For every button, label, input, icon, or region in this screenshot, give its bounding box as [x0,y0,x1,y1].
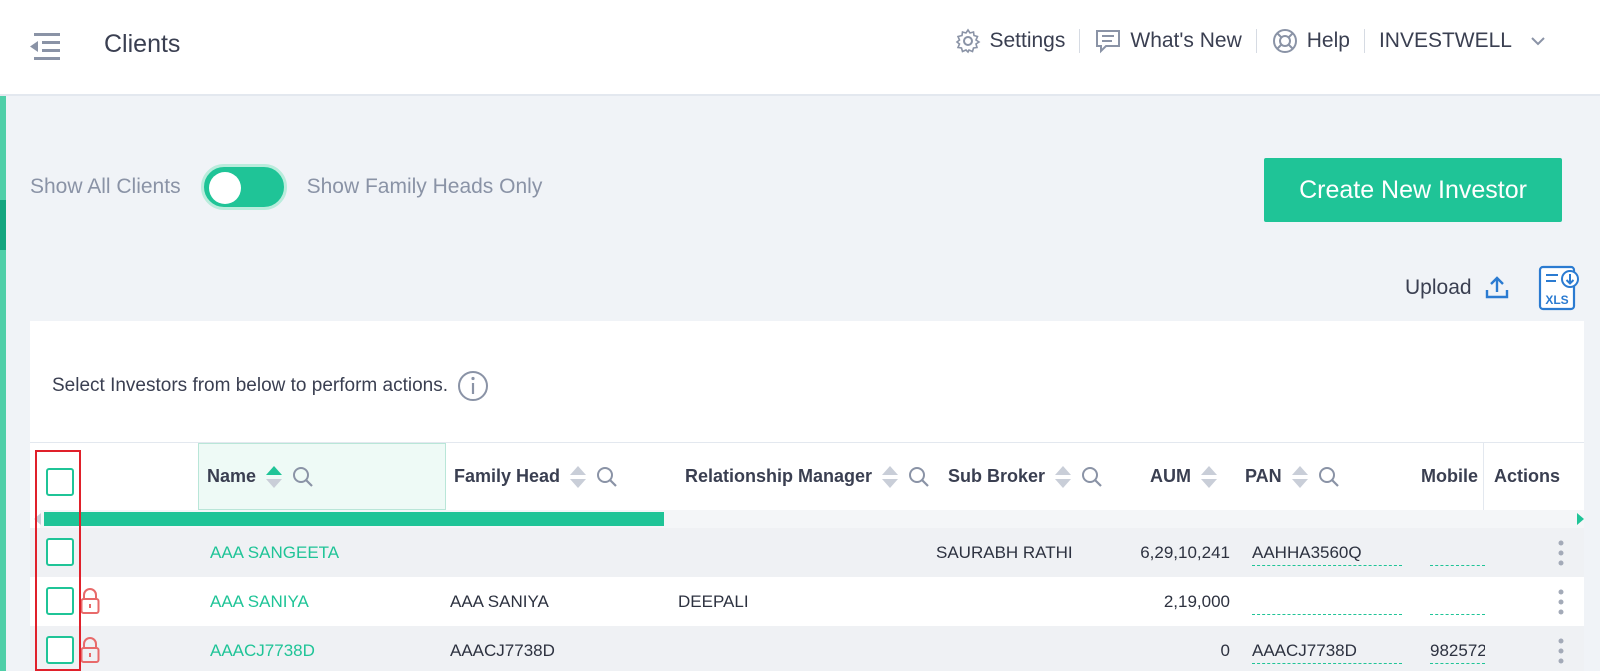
horizontal-scrollbar[interactable] [34,510,1584,528]
search-icon[interactable] [596,466,618,488]
help-link[interactable]: Help [1255,29,1364,53]
column-header-family-head[interactable]: Family Head [454,443,618,510]
column-label-actions: Actions [1494,466,1561,486]
scroll-right-arrow-icon[interactable] [1577,513,1584,525]
search-icon[interactable] [908,466,930,488]
column-label-pan: PAN [1245,466,1282,486]
row-checkbox[interactable] [46,538,74,566]
upload-label[interactable]: Upload [1405,276,1472,300]
family-heads-toggle[interactable] [200,164,287,210]
column-label-mobile: Mobile [1421,466,1478,486]
scroll-left-arrow-icon[interactable] [34,513,41,525]
speech-bubble-icon [1096,30,1121,54]
family-head-cell [450,528,670,577]
column-label-sub-broker: Sub Broker [948,466,1046,486]
sort-arrows-icon[interactable] [1291,465,1308,488]
column-header-actions: Actions [1483,443,1584,510]
settings-link[interactable]: Settings [941,28,1079,54]
xls-download-icon[interactable]: XLS [1538,265,1580,311]
table-row[interactable]: AAA SANGEETA SAURABH RATHI 6,29,10,241 A… [30,528,1584,577]
create-new-investor-button[interactable]: Create New Investor [1264,158,1562,222]
column-header-name[interactable]: Name [198,443,446,510]
mobile-cell[interactable]: 982572 [1430,638,1485,664]
investor-table-panel: Select Investors from below to perform a… [30,321,1584,671]
show-family-heads-label: Show Family Heads Only [306,175,543,198]
toggle-knob [208,172,241,204]
aum-cell: 2,19,000 [1163,591,1230,611]
upload-row: Upload XLS [1405,265,1580,311]
column-header-relationship-manager[interactable]: Relationship Manager [685,443,930,510]
sub-broker-cell [936,626,1106,671]
investor-name-link[interactable]: AAA SANGEETA [210,528,440,577]
scrollbar-thumb[interactable] [44,512,664,526]
sort-arrows-icon[interactable] [570,465,587,488]
relationship-manager-cell: DEEPALI [678,591,749,611]
investor-name-link[interactable]: AAACJ7738D [210,626,440,671]
investor-name-link[interactable]: AAA SANIYA [210,577,440,626]
pan-cell[interactable]: AAHHA3560Q [1252,540,1402,566]
client-filter-toggle-row: Show All Clients Show Family Heads Only [30,164,543,210]
column-label-relationship-manager: Relationship Manager [685,466,873,486]
row-actions-kebab-icon[interactable] [1558,540,1564,566]
gear-icon [956,28,981,54]
sub-broker-cell: SAURABH RATHI [936,542,1073,562]
row-checkbox[interactable] [46,636,74,664]
pan-cell[interactable]: AAACJ7738D [1252,638,1402,664]
left-accent-marker [0,200,6,250]
selection-hint: Select Investors from below to perform a… [52,369,490,403]
search-icon[interactable] [1081,466,1103,488]
relationship-manager-cell [678,626,938,671]
column-header-pan[interactable]: PAN [1245,443,1340,510]
account-menu[interactable]: INVESTWELL [1363,29,1560,53]
family-head-cell: AAACJ7738D [450,640,555,660]
column-header-aum[interactable]: AUM [1150,443,1217,510]
pan-cell[interactable] [1252,589,1402,615]
family-head-cell: AAA SANIYA [450,591,549,611]
sort-arrows-icon[interactable] [882,465,899,488]
account-name: INVESTWELL [1378,29,1512,52]
mobile-cell[interactable] [1430,589,1485,615]
selection-hint-text: Select Investors from below to perform a… [52,375,448,396]
row-actions-kebab-icon[interactable] [1558,589,1564,615]
search-icon[interactable] [292,466,314,488]
aum-cell: 6,29,10,241 [1140,542,1230,562]
show-all-clients-label: Show All Clients [30,175,181,198]
sort-arrows-icon[interactable] [1201,465,1217,488]
select-all-checkbox[interactable] [46,468,74,496]
lock-icon [80,588,100,614]
page-title: Clients [104,30,181,58]
column-label-family-head: Family Head [454,466,561,486]
search-icon[interactable] [1318,466,1340,488]
table-row[interactable]: AAA SANIYA AAA SANIYA DEEPALI 2,19,000 [30,577,1584,626]
column-header-sub-broker[interactable]: Sub Broker [948,443,1103,510]
table-header: Name Family Head Relationship Manager Su… [30,442,1584,510]
column-label-aum: AUM [1150,466,1191,486]
chevron-down-icon [1531,37,1545,46]
top-nav: Settings What's New Help INVESTWELL [941,24,1560,58]
upload-icon[interactable] [1484,275,1510,301]
info-icon[interactable] [456,369,490,403]
top-bar: Clients Settings What's New Help INVESTW… [0,0,1600,96]
menu-collapse-icon[interactable] [28,30,62,64]
sort-arrows-icon[interactable] [1055,465,1072,488]
help-label: Help [1306,29,1350,52]
row-checkbox[interactable] [46,587,74,615]
mobile-cell[interactable] [1430,540,1485,566]
left-accent-strip [0,96,6,671]
xls-icon-text: XLS [1545,293,1568,307]
lock-icon [80,637,100,663]
lifebuoy-icon [1272,29,1297,53]
column-label-name: Name [207,466,257,486]
column-header-mobile[interactable]: Mobile [1421,443,1478,510]
table-body: AAA SANGEETA SAURABH RATHI 6,29,10,241 A… [30,528,1584,671]
whats-new-label: What's New [1130,29,1242,52]
row-actions-kebab-icon[interactable] [1558,638,1564,664]
table-row[interactable]: AAACJ7738D AAACJ7738D 0 AAACJ7738D 98257… [30,626,1584,671]
aum-cell: 0 [1220,640,1230,660]
relationship-manager-cell [678,528,938,577]
settings-label: Settings [989,29,1066,52]
whats-new-link[interactable]: What's New [1079,29,1255,54]
sort-arrows-icon[interactable] [266,465,283,488]
sub-broker-cell [936,577,1106,626]
